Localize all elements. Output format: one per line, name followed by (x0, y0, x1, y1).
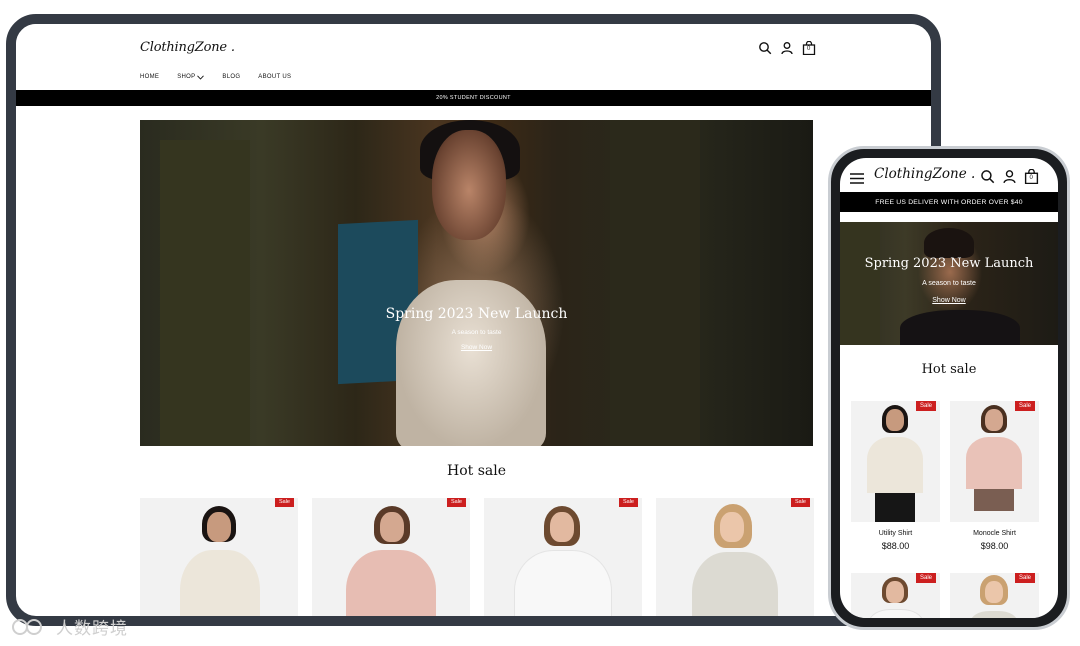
sale-badge: Sale (915, 401, 936, 411)
product-model-face (207, 512, 231, 542)
product-model-pants (875, 493, 915, 522)
product-price: $88.00 (881, 541, 910, 551)
product-card[interactable]: Sale Monocle Shirt $98.00 (950, 401, 1039, 551)
mobile-product-grid-row2: Sale Sale (851, 573, 1039, 618)
mobile-hero-show-now-link[interactable]: Show Now (840, 297, 1058, 304)
product-card[interactable]: Sale (851, 573, 940, 618)
product-model-top (692, 552, 778, 616)
mobile-announcement-banner: FREE US DELIVER WITH ORDER OVER $40 (840, 192, 1058, 212)
hero-subtitle: A season to taste (451, 329, 502, 336)
account-icon[interactable] (1002, 169, 1017, 184)
cart-icon[interactable]: 0 (1024, 168, 1039, 185)
product-model-face (380, 512, 404, 542)
watermark: 人数跨境 (10, 614, 128, 639)
desktop-frame: ClothingZone . 0 HOME SHOP BLOG ABOUT US… (6, 14, 941, 626)
product-model-face (985, 581, 1003, 603)
menu-icon[interactable] (850, 171, 864, 189)
watermark-logo-icon (12, 618, 42, 635)
hero-model-dress (396, 280, 546, 446)
product-model-shirt (869, 609, 923, 618)
nav-home[interactable]: HOME (140, 74, 159, 80)
mobile-header-icons: 0 (980, 168, 1039, 185)
product-price: $98.00 (980, 541, 1009, 551)
hero-banner: Spring 2023 New Launch A season to taste… (140, 120, 813, 446)
product-model-shirt (346, 550, 436, 616)
account-icon[interactable] (780, 41, 794, 55)
product-model-face (720, 512, 744, 542)
desktop-header: ClothingZone . 0 HOME SHOP BLOG ABOUT US (16, 24, 931, 90)
product-image: Sale (950, 573, 1039, 618)
search-icon[interactable] (980, 169, 995, 184)
hero-door-left (160, 140, 250, 446)
nav-about[interactable]: ABOUT US (258, 74, 291, 80)
mobile-frame: ClothingZone . 0 FREE US DELIVER WITH OR… (828, 146, 1070, 630)
nav-shop[interactable]: SHOP (177, 74, 205, 80)
mobile-hero-banner: Spring 2023 New Launch A season to taste… (840, 222, 1058, 345)
product-image: Sale (851, 573, 940, 618)
product-grid: Sale Sale Sale Sale (140, 498, 814, 616)
header-icons: 0 (758, 40, 816, 56)
mobile-hero-model-jacket (900, 310, 1020, 345)
product-image: Sale (950, 401, 1039, 522)
product-name[interactable]: Utility Shirt (851, 530, 940, 537)
cart-icon[interactable]: 0 (802, 40, 816, 56)
hero-door-right (610, 120, 700, 446)
mobile-hot-sale-title: Hot sale (921, 362, 977, 377)
nav-blog[interactable]: BLOG (222, 74, 240, 80)
sale-badge: Sale (618, 498, 638, 507)
nav-shop-label: SHOP (177, 74, 196, 80)
search-icon[interactable] (758, 41, 772, 55)
hero-model-face (432, 130, 506, 240)
product-card[interactable]: Sale Utility Shirt $88.00 (851, 401, 940, 551)
product-image: Sale (851, 401, 940, 522)
product-card[interactable]: Sale (656, 498, 814, 616)
product-card[interactable]: Sale (312, 498, 470, 616)
product-name[interactable]: Monocle Shirt (950, 530, 1039, 537)
product-model-shirt (966, 437, 1022, 489)
sale-badge: Sale (274, 498, 294, 507)
product-model-top (970, 611, 1018, 618)
product-model-face (985, 409, 1003, 431)
product-card[interactable]: Sale (140, 498, 298, 616)
brand-logo[interactable]: ClothingZone . (140, 40, 235, 55)
hero-show-now-link[interactable]: Show Now (140, 344, 813, 351)
product-card[interactable]: Sale (950, 573, 1039, 618)
product-model-shirt (514, 550, 612, 616)
watermark-text: 人数跨境 (56, 619, 128, 639)
mobile-hero-model-hair (924, 228, 974, 258)
main-nav: HOME SHOP BLOG ABOUT US (140, 74, 291, 80)
hot-sale-title: Hot sale (446, 463, 506, 479)
hero-title: Spring 2023 New Launch (385, 306, 568, 322)
sale-badge: Sale (915, 573, 936, 583)
cart-count: 0 (1029, 174, 1033, 181)
sale-badge: Sale (1014, 573, 1035, 583)
brand-logo[interactable]: ClothingZone . (874, 166, 975, 182)
sale-badge: Sale (790, 498, 810, 507)
product-model-shirt (180, 550, 260, 616)
product-model-shirt (867, 437, 923, 493)
sale-badge: Sale (446, 498, 466, 507)
product-card[interactable]: Sale (484, 498, 642, 616)
product-model-face (886, 581, 904, 603)
product-model-face (550, 512, 574, 542)
cart-count: 0 (807, 46, 811, 52)
product-model-skirt (974, 489, 1014, 511)
product-model-face (886, 409, 904, 431)
mobile-product-grid: Sale Utility Shirt $88.00 Sale Monocle S… (851, 401, 1041, 551)
sale-badge: Sale (1014, 401, 1035, 411)
chevron-down-icon (197, 74, 205, 80)
mobile-hero-subtitle: A season to taste (922, 280, 976, 287)
announcement-banner: 20% STUDENT DISCOUNT (16, 90, 931, 106)
mobile-hero-title: Spring 2023 New Launch (864, 256, 1034, 271)
mobile-screen: ClothingZone . 0 FREE US DELIVER WITH OR… (840, 158, 1058, 618)
